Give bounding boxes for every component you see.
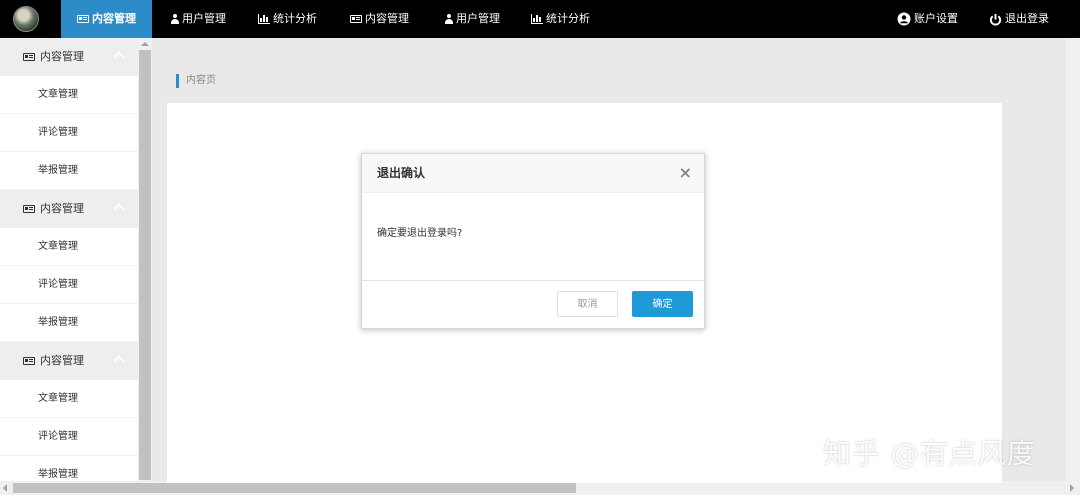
card-icon (23, 357, 35, 365)
sidebar-scrollbar[interactable] (138, 38, 152, 481)
account-circle-icon (897, 12, 911, 26)
sidebar-item-reports[interactable]: 举报管理 (0, 152, 138, 190)
top-navbar: 内容管理 用户管理 统计分析 内容管理 用户管理 统计分析 账户设置 退出登录 (0, 0, 1080, 38)
confirm-button[interactable]: 确定 (632, 291, 693, 317)
card-icon (350, 15, 362, 23)
power-icon (989, 13, 1002, 25)
chevron-up-icon (113, 51, 125, 63)
card-icon (77, 15, 89, 23)
logout-link[interactable]: 退出登录 (989, 0, 1049, 38)
scroll-up-arrow-icon[interactable] (141, 42, 149, 46)
sidebar-item-comments[interactable]: 评论管理 (0, 266, 138, 304)
sidebar-item-reports[interactable]: 举报管理 (0, 304, 138, 342)
scroll-right-arrow-icon[interactable] (1070, 484, 1074, 492)
sidebar-item-articles[interactable]: 文章管理 (0, 76, 138, 114)
sidebar-item-comments[interactable]: 评论管理 (0, 114, 138, 152)
nav-item-content-2[interactable]: 内容管理 (350, 0, 409, 38)
dialog-message: 确定要退出登录吗? (362, 193, 704, 281)
page-vertical-scrollbar[interactable] (1066, 38, 1080, 481)
logout-confirm-dialog: 退出确认 × 确定要退出登录吗? 取消 确定 (361, 153, 705, 329)
sidebar: 内容管理 文章管理 评论管理 举报管理 内容管理 文章管理 评论管理 举报管理 … (0, 38, 138, 481)
bar-chart-icon (531, 14, 543, 24)
bar-chart-icon (258, 14, 270, 24)
sidebar-group-content-1[interactable]: 内容管理 (0, 38, 138, 76)
account-settings-link[interactable]: 账户设置 (897, 0, 958, 38)
nav-item-users-2[interactable]: 用户管理 (445, 0, 500, 38)
watermark: 知乎 @有点风度 (823, 437, 1036, 470)
cancel-button[interactable]: 取消 (557, 291, 618, 317)
dialog-title: 退出确认 (377, 166, 426, 180)
nav-item-content-1[interactable]: 内容管理 (61, 0, 152, 38)
close-icon[interactable]: × (679, 154, 692, 192)
sidebar-group-content-2[interactable]: 内容管理 (0, 190, 138, 228)
sidebar-item-articles[interactable]: 文章管理 (0, 228, 138, 266)
avatar[interactable] (13, 6, 39, 32)
chevron-up-icon (113, 355, 125, 367)
card-icon (23, 53, 35, 61)
chevron-up-icon (113, 203, 125, 215)
card-icon (23, 205, 35, 213)
dialog-header: 退出确认 × (362, 154, 704, 193)
nav-item-stats-1[interactable]: 统计分析 (258, 0, 317, 38)
breadcrumb: 内容页 (176, 74, 216, 88)
sidebar-item-articles[interactable]: 文章管理 (0, 380, 138, 418)
horizontal-scrollbar-thumb[interactable] (13, 483, 576, 493)
nav-item-users-1[interactable]: 用户管理 (171, 0, 226, 38)
page-horizontal-scrollbar[interactable] (0, 481, 1080, 495)
nav-item-stats-2[interactable]: 统计分析 (531, 0, 590, 38)
user-icon (171, 14, 179, 24)
user-icon (445, 14, 453, 24)
sidebar-item-comments[interactable]: 评论管理 (0, 418, 138, 456)
scroll-left-arrow-icon[interactable] (3, 484, 7, 492)
sidebar-group-content-3[interactable]: 内容管理 (0, 342, 138, 380)
sidebar-scrollbar-thumb[interactable] (139, 50, 151, 480)
sidebar-item-reports[interactable]: 举报管理 (0, 456, 138, 481)
